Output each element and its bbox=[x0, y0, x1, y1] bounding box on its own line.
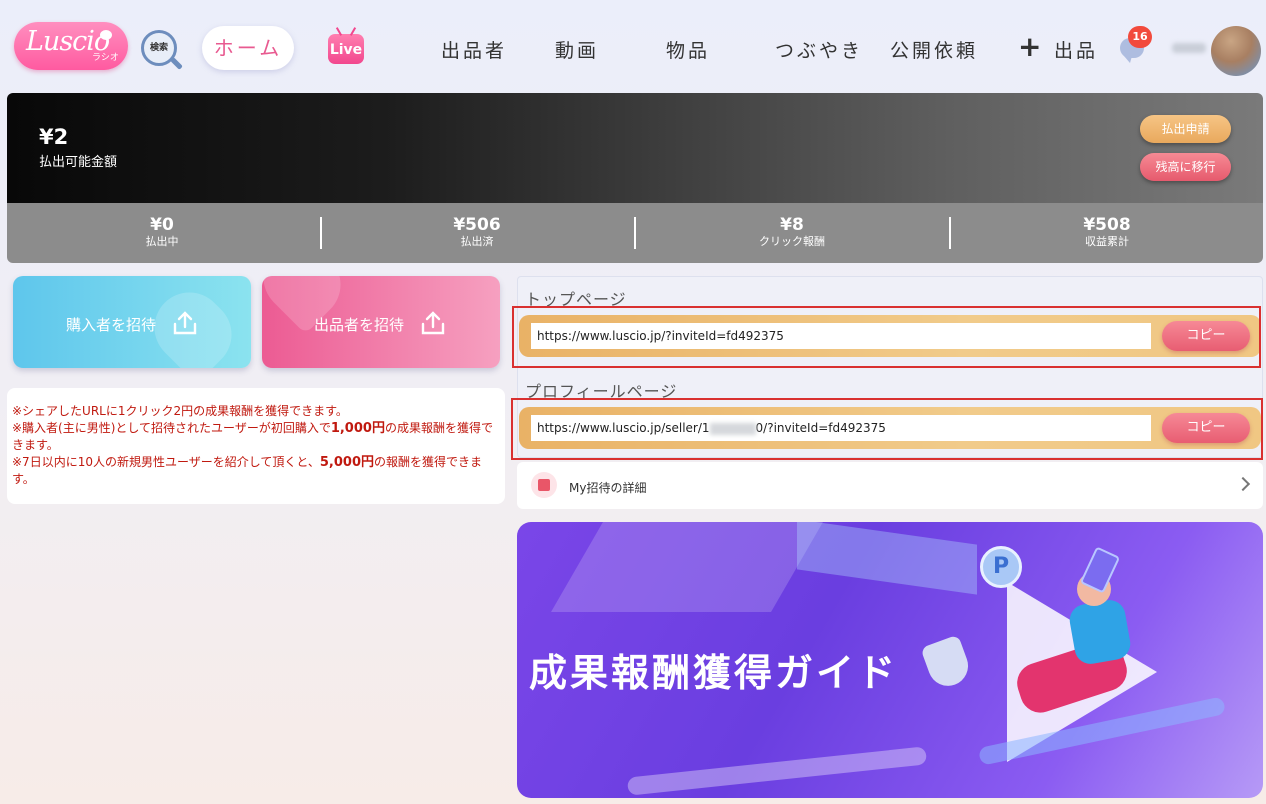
transfer-to-balance-button[interactable]: 残高に移行 bbox=[1140, 153, 1231, 181]
note-text: ※購入者(主に男性)として招待されたユーザーが初回購入で bbox=[12, 421, 331, 435]
point-coin-icon: P bbox=[980, 546, 1022, 588]
my-invite-details-link[interactable]: My招待の詳細 bbox=[517, 462, 1263, 509]
plus-icon[interactable]: + bbox=[1018, 32, 1041, 62]
stat-total-earnings: ¥508 収益累計 bbox=[1007, 215, 1207, 249]
light-beam bbox=[551, 522, 823, 612]
search-button[interactable]: 検索 bbox=[141, 30, 185, 74]
note-click-reward: ※シェアしたURLに1クリック2円の成果報酬を獲得できます。 bbox=[12, 404, 348, 418]
balance-card: ¥2 払出可能金額 払出申請 残高に移行 bbox=[7, 93, 1263, 203]
nav-goods[interactable]: 物品 bbox=[666, 36, 710, 63]
magnifier-handle bbox=[170, 57, 183, 70]
reward-guide-banner[interactable]: P 成果報酬獲得ガイド bbox=[517, 522, 1263, 798]
stat-divider bbox=[320, 217, 322, 249]
stat-total-earnings-label: 収益累計 bbox=[1085, 235, 1129, 248]
gift-icon bbox=[531, 472, 557, 498]
trophy-icon bbox=[920, 634, 974, 692]
username-redacted bbox=[1172, 43, 1206, 53]
share-upload-icon bbox=[173, 311, 197, 335]
note-referral-bonus: ※7日以内に10人の新規男性ユーザーを紹介して頂くと、5,000円の報酬を獲得で… bbox=[12, 454, 499, 488]
stat-total-earnings-value: ¥508 bbox=[1083, 215, 1131, 235]
search-label: 検索 bbox=[149, 43, 168, 53]
stat-pending-value: ¥0 bbox=[150, 215, 174, 235]
top-header: Luscio ラシオ 検索 ホーム Live 出品者 動画 物品 つぶやき 公開… bbox=[0, 0, 1266, 92]
nav-tweets[interactable]: つぶやき bbox=[775, 36, 863, 63]
highlight-frame bbox=[511, 398, 1263, 460]
invite-buyer-label: 購入者を招待 bbox=[66, 316, 157, 334]
live-tv-icon[interactable]: Live bbox=[328, 34, 364, 64]
available-balance-label: 払出可能金額 bbox=[39, 155, 118, 170]
available-balance-amount: ¥2 bbox=[39, 125, 69, 149]
reward-notes: ※シェアしたURLに1クリック2円の成果報酬を獲得できます。 ※購入者(主に男性… bbox=[7, 388, 505, 504]
stat-paid: ¥506 払出済 bbox=[377, 215, 577, 249]
stat-paid-label: 払出済 bbox=[460, 235, 494, 248]
withdraw-request-button[interactable]: 払出申請 bbox=[1140, 115, 1231, 143]
note-first-purchase: ※購入者(主に男性)として招待されたユーザーが初回購入で1,000円の成果報酬を… bbox=[12, 420, 499, 454]
share-upload-icon bbox=[421, 311, 445, 335]
stat-click-reward-value: ¥8 bbox=[780, 215, 804, 235]
invite-seller-button[interactable]: 出品者を招待 bbox=[262, 276, 500, 368]
home-tab[interactable]: ホーム bbox=[202, 26, 294, 70]
stat-pending-label: 払出中 bbox=[145, 235, 179, 248]
stat-pending: ¥0 払出中 bbox=[62, 215, 262, 249]
invite-seller-label: 出品者を招待 bbox=[314, 316, 405, 334]
stat-paid-value: ¥506 bbox=[453, 215, 501, 235]
highlight-frame bbox=[512, 306, 1261, 368]
luscio-logo[interactable]: Luscio ラシオ bbox=[14, 22, 128, 70]
my-invite-details-label: My招待の詳細 bbox=[569, 481, 647, 495]
cherry-icon bbox=[100, 30, 112, 40]
stat-click-reward-label: クリック報酬 bbox=[759, 235, 825, 248]
nav-sellers[interactable]: 出品者 bbox=[441, 36, 507, 63]
logo-subtext: ラシオ bbox=[92, 53, 119, 63]
avatar[interactable] bbox=[1211, 26, 1261, 76]
person-illustration-body bbox=[1067, 597, 1133, 667]
nav-post[interactable]: 出品 bbox=[1054, 36, 1098, 63]
chevron-right-icon bbox=[1235, 476, 1251, 492]
stat-divider bbox=[949, 217, 951, 249]
stat-divider bbox=[634, 217, 636, 249]
light-beam bbox=[797, 522, 977, 595]
stat-click-reward: ¥8 クリック報酬 bbox=[692, 215, 892, 249]
notification-badge: 16 bbox=[1128, 26, 1152, 48]
stats-bar: ¥0 払出中 ¥506 払出済 ¥8 クリック報酬 ¥508 収益累計 bbox=[7, 203, 1263, 263]
note-amount: 1,000円 bbox=[330, 421, 385, 436]
nav-public-requests[interactable]: 公開依頼 bbox=[890, 36, 978, 63]
ribbon-decoration bbox=[626, 746, 928, 796]
guide-title: 成果報酬獲得ガイド bbox=[529, 651, 899, 695]
nav-videos[interactable]: 動画 bbox=[555, 36, 599, 63]
note-text: ※7日以内に10人の新規男性ユーザーを紹介して頂くと、 bbox=[12, 455, 320, 469]
invite-buyer-button[interactable]: 購入者を招待 bbox=[13, 276, 251, 368]
note-amount: 5,000円 bbox=[319, 455, 375, 470]
